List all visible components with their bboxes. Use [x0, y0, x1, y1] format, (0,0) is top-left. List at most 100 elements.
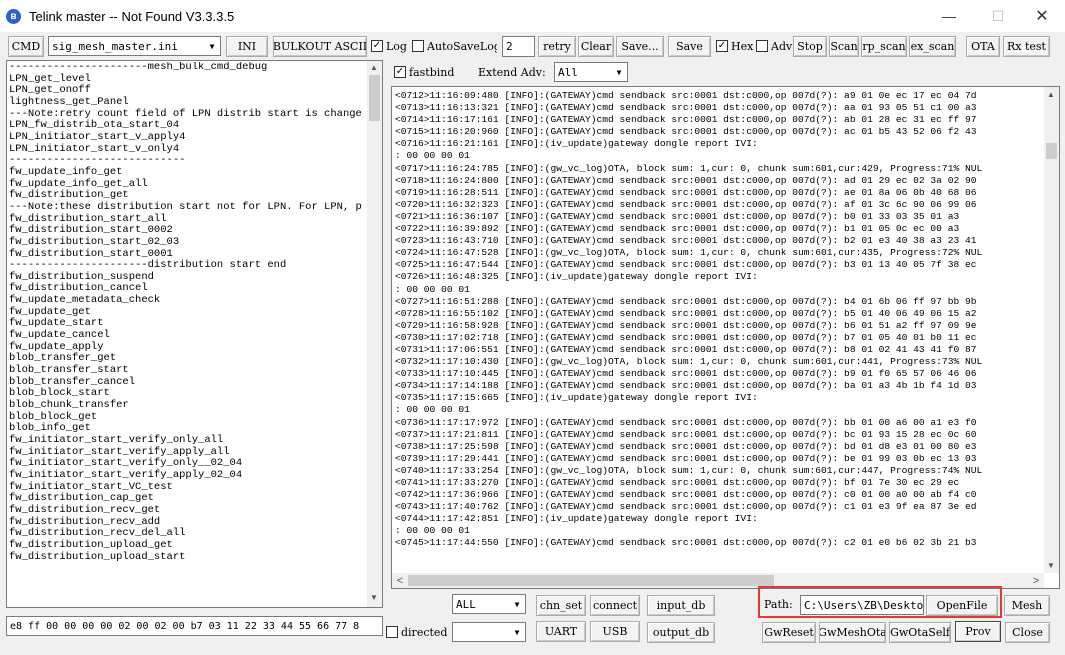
- close-window-button[interactable]: ✕: [1019, 0, 1065, 32]
- rx-test-button[interactable]: Rx test: [1003, 36, 1050, 57]
- ini-file-value: sig_mesh_master.ini: [52, 39, 178, 53]
- log-line: <0729>11:16:58:928 [INFO]:(GATEWAY)cmd s…: [395, 319, 977, 331]
- command-item[interactable]: blob_transfer_start: [9, 364, 367, 377]
- prov-button[interactable]: Prov: [955, 621, 1001, 642]
- log-line: <0738>11:17:25:598 [INFO]:(GATEWAY)cmd s…: [395, 440, 977, 452]
- autosave-log-checkbox[interactable]: AutoSaveLog: [412, 38, 497, 54]
- command-item[interactable]: fw_initiator_start_verify_only_all: [9, 434, 367, 447]
- command-item[interactable]: LPN_initiator_start_v_apply4: [9, 131, 367, 144]
- log-output[interactable]: <0712>11:16:09:480 [INFO]:(GATEWAY)cmd s…: [391, 86, 1060, 589]
- log-line: <0726>11:16:48:325 [INFO]:(iv_update)gat…: [395, 271, 758, 283]
- ex-scan-button[interactable]: ex_scan: [909, 36, 956, 57]
- adv-checkbox[interactable]: Adv: [756, 38, 792, 54]
- scrollbar-thumb[interactable]: [369, 75, 380, 121]
- autosave-interval-input[interactable]: 2: [502, 36, 535, 57]
- fastbind-label: fastbind: [409, 65, 455, 79]
- window-title: Telink master -- Not Found V3.3.3.5: [29, 8, 235, 24]
- log-checkbox[interactable]: ✓ Log: [371, 38, 407, 54]
- command-item[interactable]: fw_update_info_get: [9, 166, 367, 179]
- command-item[interactable]: fw_distribution_start_02_03: [9, 236, 367, 249]
- log-line: <0740>11:17:33:254 [INFO]:(gw_vc_log)OTA…: [395, 464, 983, 476]
- output-db-button[interactable]: output_db: [647, 622, 715, 643]
- log-line: <0735>11:17:15:665 [INFO]:(iv_update)gat…: [395, 392, 758, 404]
- path-label: Path:: [764, 598, 793, 611]
- command-item[interactable]: fw_initiator_start_verify_apply_02_04: [9, 469, 367, 482]
- open-file-button[interactable]: OpenFile: [926, 595, 998, 616]
- command-item[interactable]: lightness_get_Panel: [9, 96, 367, 109]
- log-line: <0712>11:16:09:480 [INFO]:(GATEWAY)cmd s…: [395, 90, 977, 101]
- scroll-up-icon[interactable]: ▲: [367, 63, 381, 72]
- hex-checkbox[interactable]: ✓ Hex: [716, 38, 753, 54]
- scroll-left-icon[interactable]: <: [393, 575, 407, 587]
- log-line: <0724>11:16:47:528 [INFO]:(gw_vc_log)OTA…: [395, 247, 983, 259]
- scrollbar-thumb[interactable]: [408, 575, 774, 586]
- log-line: <0722>11:16:39:892 [INFO]:(GATEWAY)cmd s…: [395, 223, 960, 235]
- fastbind-checkbox[interactable]: ✓ fastbind: [394, 64, 454, 80]
- gw-mesh-ota-button[interactable]: GwMeshOta: [819, 622, 886, 643]
- scroll-up-icon[interactable]: ▲: [1044, 90, 1058, 99]
- scroll-down-icon[interactable]: ▼: [367, 593, 381, 602]
- cmd-button[interactable]: CMD: [8, 36, 44, 57]
- log-line: <0719>11:16:28:511 [INFO]:(GATEWAY)cmd s…: [395, 186, 977, 198]
- close-button[interactable]: Close: [1005, 622, 1050, 643]
- clear-button[interactable]: Clear: [578, 36, 614, 57]
- gw-ota-self-button[interactable]: GwOtaSelf: [889, 622, 951, 643]
- command-item[interactable]: blob_chunk_transfer: [9, 399, 367, 412]
- save-button[interactable]: Save: [668, 36, 711, 57]
- input-db-button[interactable]: input_db: [647, 595, 715, 616]
- ota-button[interactable]: OTA: [966, 36, 1000, 57]
- title-bar: ʙ Telink master -- Not Found V3.3.3.5 — …: [0, 0, 1065, 32]
- bulkout-ascii-button[interactable]: BULKOUT ASCII: [273, 36, 367, 57]
- connect-button[interactable]: connect: [590, 595, 640, 616]
- minimize-button[interactable]: —: [926, 0, 972, 32]
- command-item[interactable]: ----------------------mesh_bulk_cmd_debu…: [9, 62, 367, 74]
- uart-button[interactable]: UART: [536, 621, 586, 642]
- log-line: : 00 00 00 01: [395, 150, 470, 162]
- log-line: <0718>11:16:24:800 [INFO]:(GATEWAY)cmd s…: [395, 174, 977, 186]
- chevron-down-icon: ▼: [514, 599, 520, 609]
- path-input[interactable]: C:\Users\ZB\Desktop: [800, 595, 924, 615]
- rp-scan-button[interactable]: rp_scan: [861, 36, 907, 57]
- chevron-down-icon: ▼: [209, 41, 215, 51]
- command-list-scrollbar[interactable]: ▲ ▼: [367, 61, 382, 607]
- chn-set-button[interactable]: chn_set: [536, 595, 586, 616]
- mesh-button[interactable]: Mesh: [1004, 595, 1050, 616]
- filter-select[interactable]: ALL ▼: [452, 594, 526, 614]
- usb-button[interactable]: USB: [590, 621, 640, 642]
- log-vertical-scrollbar[interactable]: ▲ ▼: [1044, 87, 1059, 573]
- log-line: <0713>11:16:13:321 [INFO]:(GATEWAY)cmd s…: [395, 102, 977, 114]
- ini-button[interactable]: INI: [226, 36, 268, 57]
- hex-command-input[interactable]: e8 ff 00 00 00 00 02 00 02 00 b7 03 11 2…: [6, 616, 383, 636]
- directed-checkbox[interactable]: directed: [386, 624, 447, 640]
- log-line: <0742>11:17:36:966 [INFO]:(GATEWAY)cmd s…: [395, 489, 977, 501]
- directed-select[interactable]: ▼: [452, 622, 526, 642]
- command-item[interactable]: fw_distribution_upload_start: [9, 551, 367, 564]
- hex-label: Hex: [731, 39, 754, 53]
- log-line: <0728>11:16:55:102 [INFO]:(GATEWAY)cmd s…: [395, 307, 977, 319]
- filter-value: ALL: [456, 597, 476, 611]
- chevron-down-icon: ▼: [616, 67, 622, 77]
- extend-adv-select[interactable]: All ▼: [554, 62, 628, 82]
- log-line: <0733>11:17:10:445 [INFO]:(GATEWAY)cmd s…: [395, 368, 977, 380]
- command-item[interactable]: fw_distribution_recv_get: [9, 504, 367, 517]
- command-item[interactable]: fw_update_cancel: [9, 329, 367, 342]
- log-line: <0743>11:17:40:762 [INFO]:(GATEWAY)cmd s…: [395, 501, 977, 513]
- scroll-down-icon[interactable]: ▼: [1044, 561, 1058, 570]
- command-list[interactable]: ----------------------mesh_bulk_cmd_debu…: [6, 60, 383, 608]
- log-line: <0744>11:17:42:851 [INFO]:(iv_update)gat…: [395, 513, 758, 525]
- retry-button[interactable]: retry: [538, 36, 576, 57]
- ini-file-select[interactable]: sig_mesh_master.ini ▼: [48, 36, 221, 56]
- log-line: <0720>11:16:32:323 [INFO]:(GATEWAY)cmd s…: [395, 198, 977, 210]
- gw-reset-button[interactable]: GwReset: [762, 622, 816, 643]
- log-line: : 00 00 00 01: [395, 404, 470, 416]
- command-items: ----------------------mesh_bulk_cmd_debu…: [9, 62, 367, 563]
- scan-button[interactable]: Scan: [829, 36, 859, 57]
- command-item[interactable]: fw_distribution_upload_get: [9, 539, 367, 552]
- save-as-button[interactable]: Save...: [616, 36, 664, 57]
- maximize-button[interactable]: ☐: [975, 0, 1021, 32]
- directed-label: directed: [401, 625, 448, 639]
- scrollbar-thumb[interactable]: [1046, 143, 1057, 159]
- command-item[interactable]: ---Note:these distribution start not for…: [9, 201, 367, 214]
- stop-button[interactable]: Stop: [793, 36, 827, 57]
- scroll-right-icon[interactable]: >: [1029, 575, 1043, 587]
